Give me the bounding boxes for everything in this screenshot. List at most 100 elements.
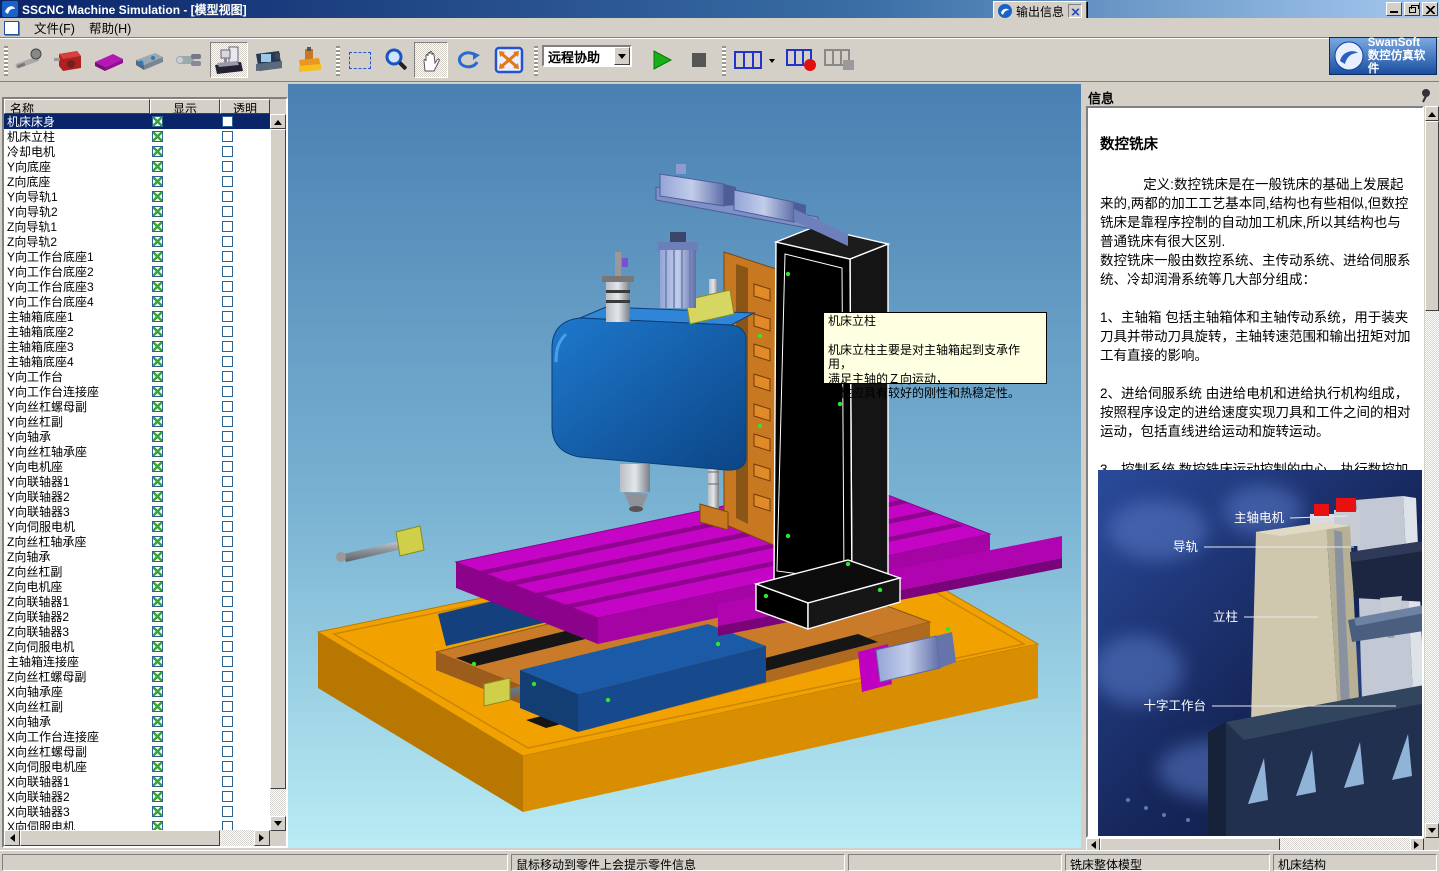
- transparent-checkbox[interactable]: [222, 626, 233, 637]
- parts-row[interactable]: Z向伺服电机: [4, 639, 270, 654]
- parts-row[interactable]: 机床立柱: [4, 129, 270, 144]
- show-checkbox[interactable]: [152, 806, 163, 817]
- parts-row[interactable]: 主轴箱连接座: [4, 654, 270, 669]
- parts-row[interactable]: X向丝杠螺母副: [4, 744, 270, 759]
- transparent-checkbox[interactable]: [222, 731, 233, 742]
- transparent-checkbox[interactable]: [222, 716, 233, 727]
- show-checkbox[interactable]: [152, 461, 163, 472]
- column-header-transparent[interactable]: 透明: [220, 99, 270, 114]
- show-checkbox[interactable]: [152, 596, 163, 607]
- parts-row[interactable]: Y向联轴器1: [4, 474, 270, 489]
- title-bar[interactable]: SSCNC Machine Simulation - [模型视图]: [0, 0, 1439, 18]
- parts-row[interactable]: X向轴承座: [4, 684, 270, 699]
- show-checkbox[interactable]: [152, 311, 163, 322]
- show-checkbox[interactable]: [152, 176, 163, 187]
- spindle-head-part[interactable]: [552, 307, 754, 470]
- show-checkbox[interactable]: [152, 506, 163, 517]
- scroll-thumb[interactable]: [270, 129, 286, 789]
- info-vscrollbar[interactable]: [1425, 106, 1439, 838]
- show-checkbox[interactable]: [152, 551, 163, 562]
- record-options-button[interactable]: [766, 42, 778, 78]
- stop-button[interactable]: [684, 42, 714, 78]
- transparent-checkbox[interactable]: [222, 281, 233, 292]
- transparent-checkbox[interactable]: [222, 296, 233, 307]
- parts-row[interactable]: 主轴箱底座4: [4, 354, 270, 369]
- parts-row[interactable]: 主轴箱底座3: [4, 339, 270, 354]
- show-checkbox[interactable]: [152, 686, 163, 697]
- parts-row[interactable]: Y向工作台底座4: [4, 294, 270, 309]
- transparent-checkbox[interactable]: [222, 386, 233, 397]
- transparent-checkbox[interactable]: [222, 236, 233, 247]
- transparent-checkbox[interactable]: [222, 761, 233, 772]
- show-checkbox[interactable]: [152, 116, 163, 127]
- transparent-checkbox[interactable]: [222, 371, 233, 382]
- show-checkbox[interactable]: [152, 251, 163, 262]
- show-checkbox[interactable]: [152, 611, 163, 622]
- show-checkbox[interactable]: [152, 641, 163, 652]
- parts-row[interactable]: 主轴箱底座1: [4, 309, 270, 324]
- record-film-button[interactable]: [732, 42, 764, 78]
- parts-row[interactable]: Y向联轴器3: [4, 504, 270, 519]
- parts-row[interactable]: Z向丝杠轴承座: [4, 534, 270, 549]
- pin-icon[interactable]: [1418, 87, 1434, 103]
- parts-row[interactable]: Y向联轴器2: [4, 489, 270, 504]
- parts-row[interactable]: Y向轴承: [4, 429, 270, 444]
- parts-row[interactable]: 机床床身: [4, 114, 270, 129]
- transparent-checkbox[interactable]: [222, 251, 233, 262]
- parts-row[interactable]: 主轴箱底座2: [4, 324, 270, 339]
- show-checkbox[interactable]: [152, 431, 163, 442]
- parts-row[interactable]: Z向轴承: [4, 549, 270, 564]
- show-checkbox[interactable]: [152, 386, 163, 397]
- transparent-checkbox[interactable]: [222, 206, 233, 217]
- transparent-checkbox[interactable]: [222, 671, 233, 682]
- transparent-checkbox[interactable]: [222, 191, 233, 202]
- show-checkbox[interactable]: [152, 341, 163, 352]
- transparent-checkbox[interactable]: [222, 566, 233, 577]
- toolbar-grip[interactable]: [336, 46, 340, 76]
- spindle-tools-button[interactable]: [170, 42, 208, 78]
- coolant-motor-part[interactable]: [602, 252, 634, 322]
- transparent-checkbox[interactable]: [222, 326, 233, 337]
- parts-row[interactable]: Z向丝杠螺母副: [4, 669, 270, 684]
- transparent-checkbox[interactable]: [222, 116, 233, 127]
- select-rectangle-button[interactable]: [344, 42, 376, 78]
- show-checkbox[interactable]: [152, 191, 163, 202]
- transparent-checkbox[interactable]: [222, 791, 233, 802]
- parts-row[interactable]: Y向电机座: [4, 459, 270, 474]
- parts-row[interactable]: X向联轴器1: [4, 774, 270, 789]
- parts-row[interactable]: Z向导轨1: [4, 219, 270, 234]
- zoom-button[interactable]: [380, 42, 412, 78]
- column-header-name[interactable]: 名称: [4, 99, 150, 114]
- show-checkbox[interactable]: [152, 221, 163, 232]
- show-checkbox[interactable]: [152, 581, 163, 592]
- show-checkbox[interactable]: [152, 566, 163, 577]
- transparent-checkbox[interactable]: [222, 416, 233, 427]
- transparent-checkbox[interactable]: [222, 596, 233, 607]
- parts-row[interactable]: X向联轴器3: [4, 804, 270, 819]
- parts-row[interactable]: Y向丝杠副: [4, 414, 270, 429]
- show-checkbox[interactable]: [152, 476, 163, 487]
- parts-row[interactable]: Z向底座: [4, 174, 270, 189]
- transparent-checkbox[interactable]: [222, 641, 233, 652]
- record-start-button[interactable]: [784, 42, 820, 78]
- transparent-checkbox[interactable]: [222, 806, 233, 817]
- parts-row[interactable]: Z向导轨2: [4, 234, 270, 249]
- parts-row[interactable]: Y向丝杠轴承座: [4, 444, 270, 459]
- show-checkbox[interactable]: [152, 146, 163, 157]
- scroll-up-button[interactable]: [1425, 106, 1439, 121]
- transparent-checkbox[interactable]: [222, 611, 233, 622]
- parts-row[interactable]: Z向联轴器1: [4, 594, 270, 609]
- spindle-shaft-button[interactable]: [10, 42, 48, 78]
- show-checkbox[interactable]: [152, 701, 163, 712]
- show-checkbox[interactable]: [152, 761, 163, 772]
- parts-row[interactable]: X向伺服电机座: [4, 759, 270, 774]
- parts-row[interactable]: Y向伺服电机: [4, 519, 270, 534]
- machine-column-part[interactable]: [756, 227, 900, 629]
- transparent-checkbox[interactable]: [222, 581, 233, 592]
- show-checkbox[interactable]: [152, 491, 163, 502]
- pan-hand-button[interactable]: [414, 42, 448, 78]
- show-checkbox[interactable]: [152, 356, 163, 367]
- show-checkbox[interactable]: [152, 776, 163, 787]
- scroll-thumb[interactable]: [20, 830, 220, 846]
- transparent-checkbox[interactable]: [222, 506, 233, 517]
